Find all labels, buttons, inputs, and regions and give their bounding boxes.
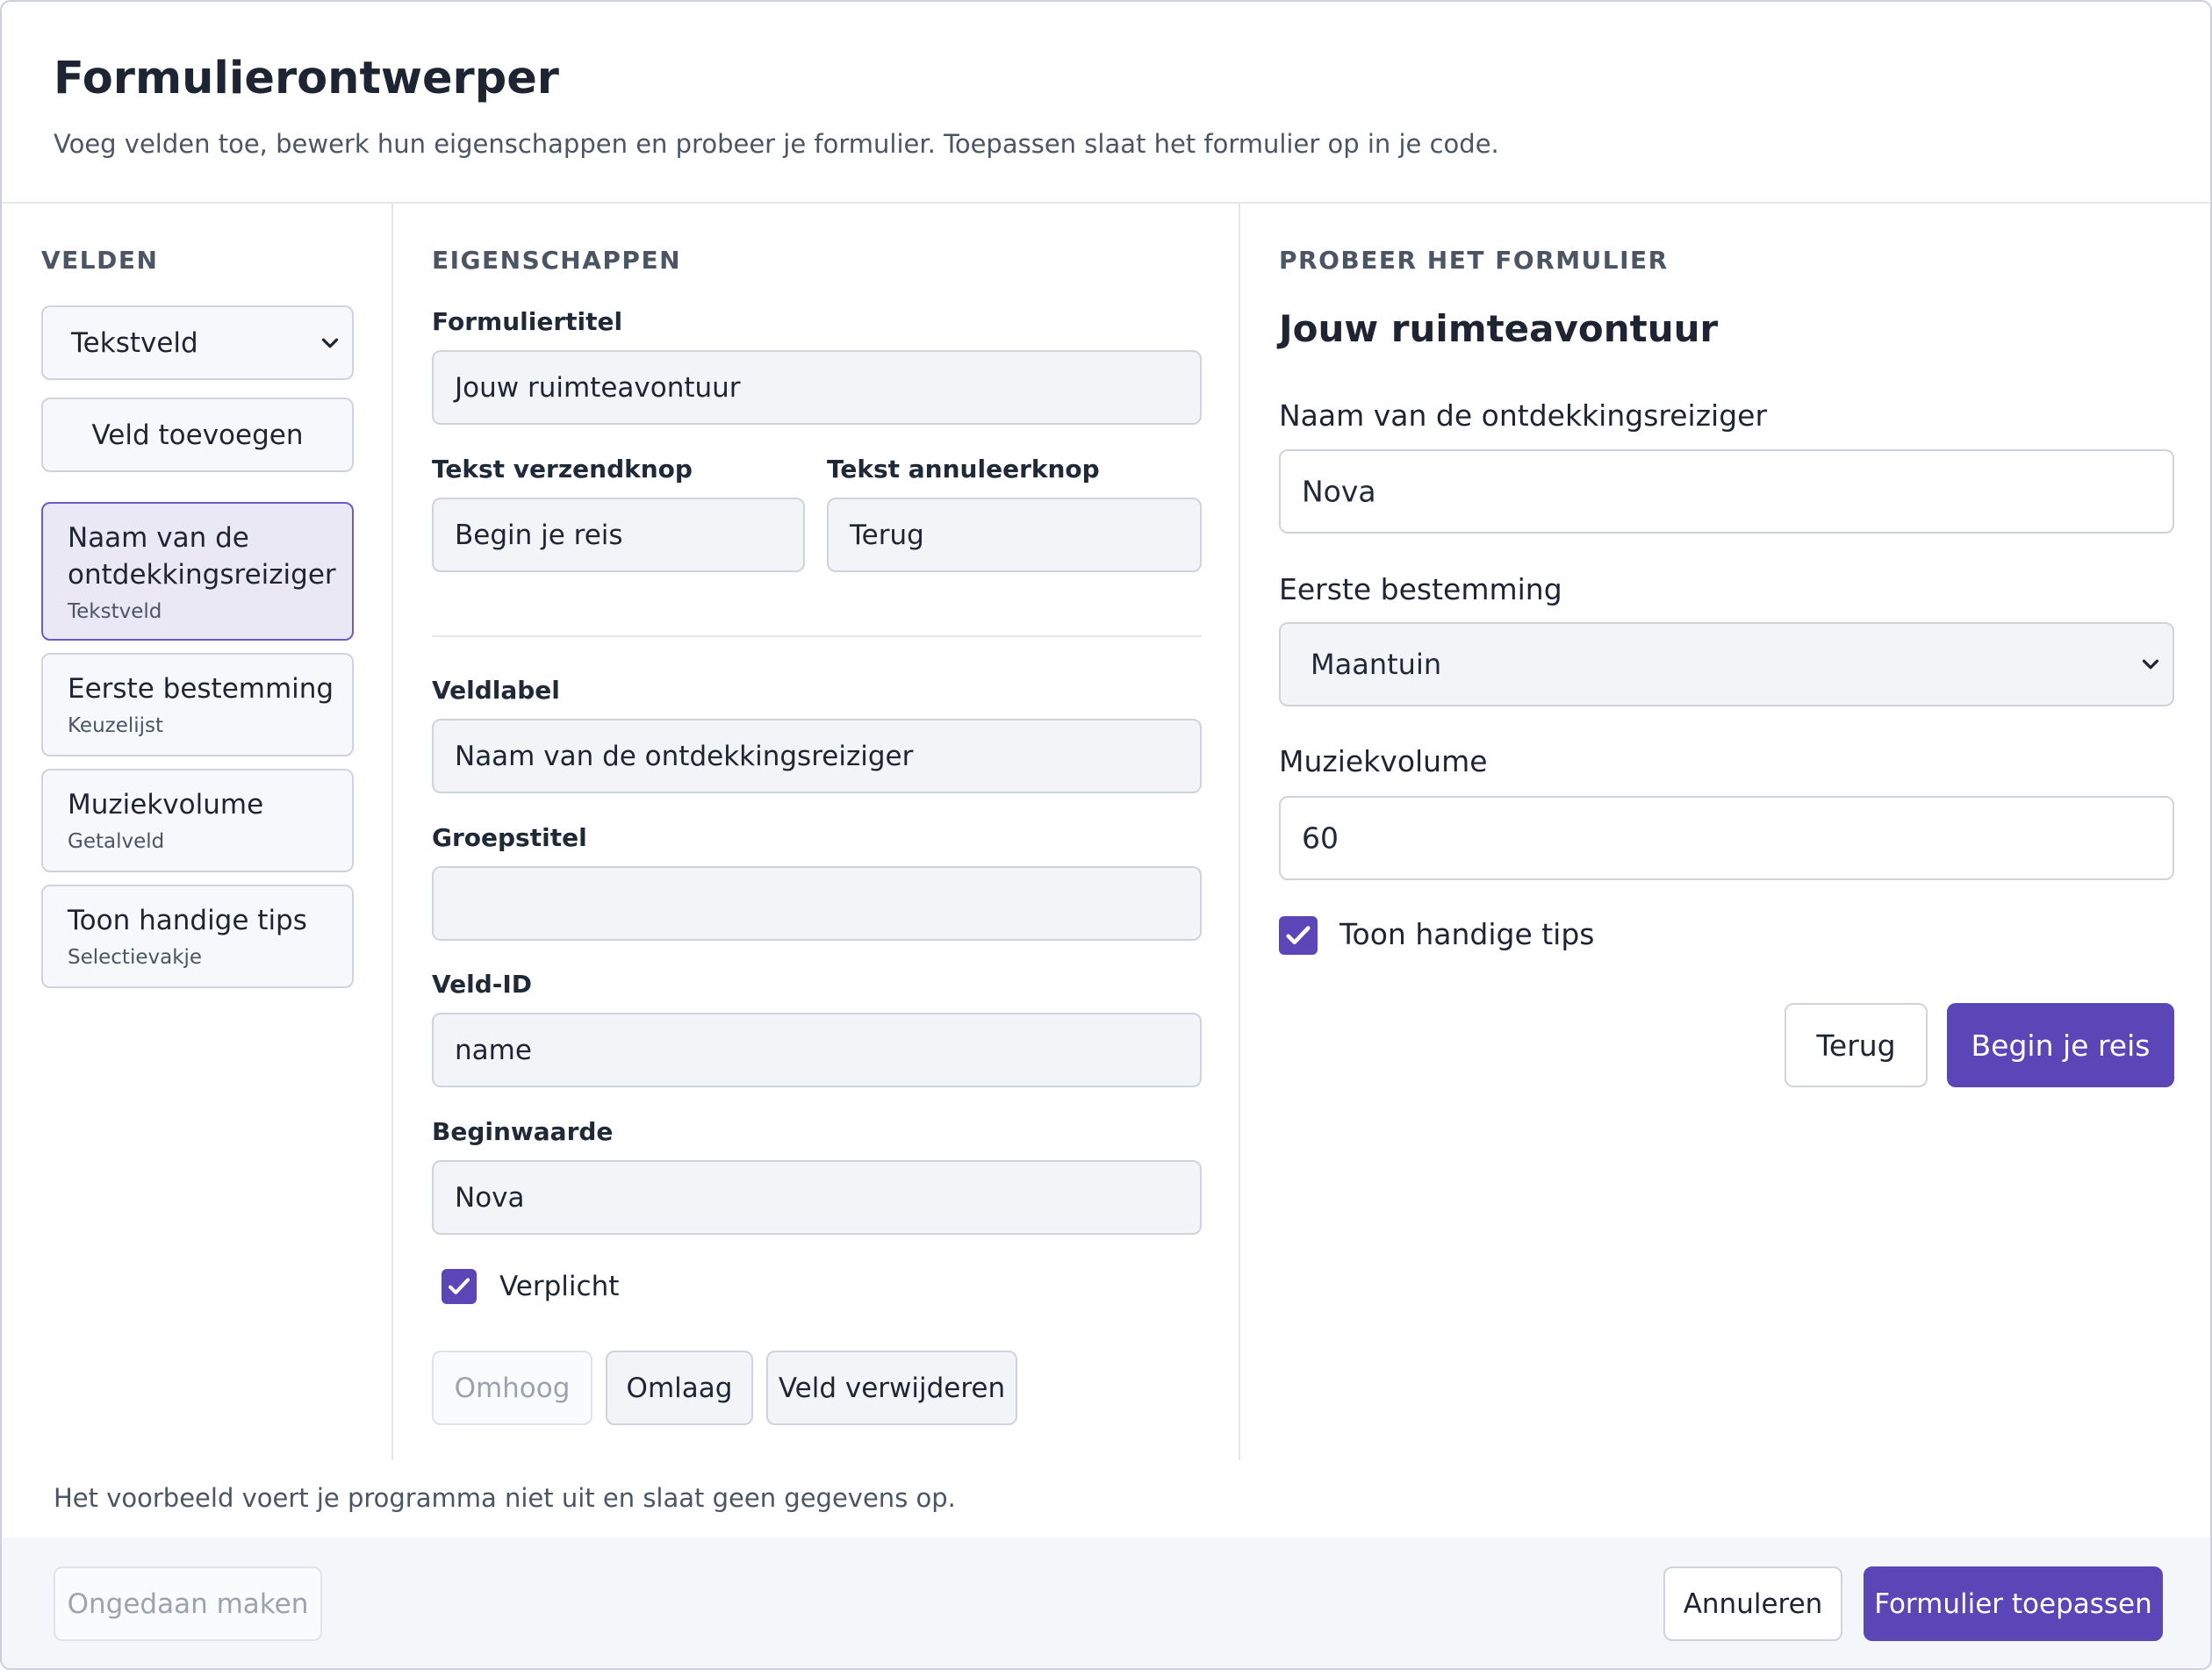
preview-cancel-button[interactable]: Terug (1785, 1003, 1928, 1087)
preview-heading: PROBEER HET FORMULIER (1279, 246, 1669, 275)
fields-panel: VELDEN Tekstveld Veld toevoegen Naam van… (2, 204, 393, 1460)
apply-form-button-label: Formulier toepassen (1874, 1588, 2152, 1620)
undo-button-label: Ongedaan maken (67, 1588, 309, 1620)
group-title-label: Groepstitel (432, 823, 587, 852)
submit-text-input-value: Begin je reis (455, 519, 623, 551)
cancel-text-input[interactable]: Terug (827, 498, 1202, 572)
cancel-button[interactable]: Annuleren (1663, 1566, 1842, 1641)
preview-submit-button-label: Begin je reis (1971, 1028, 2151, 1063)
cancel-text-label: Tekst annuleerknop (827, 455, 1100, 484)
field-list-item-destination[interactable]: Eerste bestemming Keuzelijst (41, 653, 354, 756)
apply-form-button[interactable]: Formulier toepassen (1864, 1566, 2163, 1641)
preview-form-title: Jouw ruimteavontuur (1279, 307, 1719, 350)
move-down-button[interactable]: Omlaag (606, 1351, 753, 1425)
field-id-input-value: name (455, 1034, 532, 1066)
field-label-input[interactable]: Naam van de ontdekkingsreiziger (432, 719, 1202, 793)
field-list-item-label: Eerste bestemming (68, 673, 334, 705)
add-field-button-label: Veld toevoegen (91, 419, 304, 451)
preview-name-input-value: Nova (1302, 474, 1376, 509)
dialog-header: Formulierontwerper Voeg velden toe, bewe… (2, 2, 2210, 204)
initial-value-label: Beginwaarde (432, 1117, 614, 1146)
submit-text-label: Tekst verzendknop (432, 455, 693, 484)
preview-volume-label: Muziekvolume (1279, 744, 1488, 778)
field-id-label: Veld-ID (432, 970, 533, 999)
group-title-input[interactable] (432, 866, 1202, 941)
form-title-label: Formuliertitel (432, 307, 623, 336)
preview-tips-checkbox[interactable] (1279, 916, 1318, 955)
submit-text-input[interactable]: Begin je reis (432, 498, 805, 572)
move-up-button-label: Omhoog (454, 1372, 571, 1404)
field-list-item-type: Tekstveld (68, 600, 162, 623)
field-list-item-name[interactable]: Naam van de ontdekkingsreiziger Tekstvel… (41, 502, 354, 641)
required-label: Verplicht (499, 1271, 620, 1302)
field-list-item-label: Naam van de ontdekkingsreiziger (68, 522, 336, 591)
preview-destination-select-value: Maantuin (1311, 648, 1442, 681)
preview-name-label: Naam van de ontdekkingsreiziger (1279, 398, 1768, 433)
preview-footnote: Het voorbeeld voert je programma niet ui… (54, 1483, 956, 1513)
field-list-item-volume[interactable]: Muziekvolume Getalveld (41, 769, 354, 872)
field-list-item-type: Getalveld (68, 830, 165, 853)
preview-name-input[interactable]: Nova (1279, 449, 2174, 534)
cancel-button-label: Annuleren (1683, 1588, 1823, 1620)
move-down-button-label: Omlaag (626, 1372, 733, 1404)
preview-cancel-button-label: Terug (1816, 1028, 1896, 1063)
field-label-input-value: Naam van de ontdekkingsreiziger (455, 740, 914, 772)
preview-tips-label: Toon handige tips (1339, 917, 1595, 951)
initial-value-input-value: Nova (455, 1181, 525, 1214)
form-designer-dialog: Formulierontwerper Voeg velden toe, bewe… (0, 0, 2212, 1670)
chevron-down-icon (321, 338, 339, 348)
field-label-label: Veldlabel (432, 676, 560, 705)
dialog-subtitle: Voeg velden toe, bewerk hun eigenschappe… (54, 129, 1499, 159)
fields-heading: VELDEN (41, 246, 159, 275)
properties-heading: EIGENSCHAPPEN (432, 246, 682, 275)
form-title-input[interactable]: Jouw ruimteavontuur (432, 350, 1202, 425)
field-list-item-type: Keuzelijst (68, 714, 164, 737)
field-list-item-label: Toon handige tips (68, 905, 307, 936)
dialog-footer: Ongedaan maken Annuleren Formulier toepa… (2, 1537, 2210, 1668)
preview-destination-label: Eerste bestemming (1279, 572, 1562, 606)
field-type-select-value: Tekstveld (71, 326, 198, 359)
preview-volume-input[interactable]: 60 (1279, 796, 2174, 880)
required-checkbox[interactable] (442, 1269, 477, 1304)
dialog-title: Formulierontwerper (54, 53, 559, 104)
field-list-item-tips[interactable]: Toon handige tips Selectievakje (41, 885, 354, 988)
add-field-button[interactable]: Veld toevoegen (41, 398, 354, 472)
preview-panel: PROBEER HET FORMULIER Jouw ruimteavontuu… (1240, 204, 2210, 1460)
delete-field-button[interactable]: Veld verwijderen (766, 1351, 1017, 1425)
checkmark-icon (1286, 926, 1311, 945)
move-up-button[interactable]: Omhoog (432, 1351, 592, 1425)
field-list-item-type: Selectievakje (68, 946, 203, 969)
preview-destination-select[interactable]: Maantuin (1279, 622, 2174, 706)
undo-button[interactable]: Ongedaan maken (54, 1566, 322, 1641)
field-id-input[interactable]: name (432, 1013, 1202, 1087)
field-list-item-label: Muziekvolume (68, 789, 264, 821)
initial-value-input[interactable]: Nova (432, 1160, 1202, 1235)
properties-panel: EIGENSCHAPPEN Formuliertitel Jouw ruimte… (393, 204, 1240, 1460)
delete-field-button-label: Veld verwijderen (778, 1372, 1006, 1404)
preview-submit-button[interactable]: Begin je reis (1947, 1003, 2174, 1087)
field-type-select[interactable]: Tekstveld (41, 305, 354, 380)
checkmark-icon (449, 1278, 470, 1294)
chevron-down-icon (2142, 659, 2159, 670)
properties-divider (432, 635, 1202, 637)
preview-volume-input-value: 60 (1302, 821, 1339, 856)
cancel-text-input-value: Terug (850, 519, 924, 551)
form-title-input-value: Jouw ruimteavontuur (455, 371, 741, 404)
